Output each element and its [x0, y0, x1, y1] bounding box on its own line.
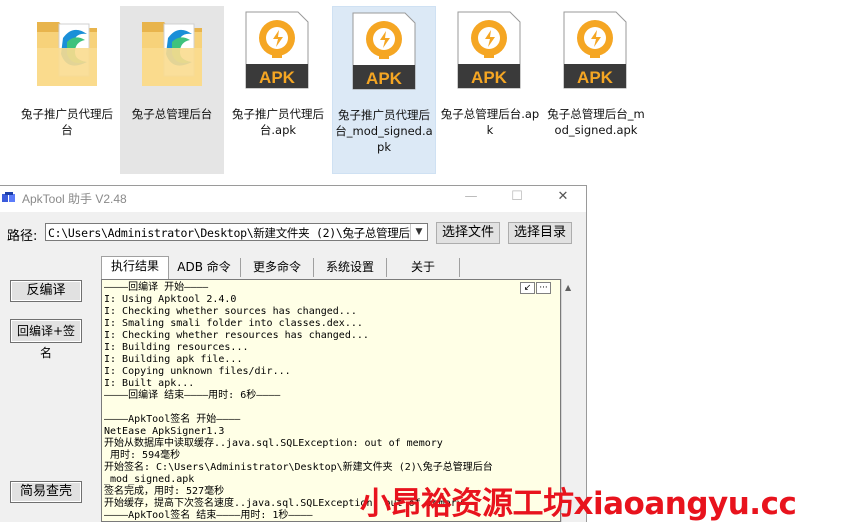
chevron-down-icon[interactable]: ▼ — [410, 224, 427, 240]
watermark: 小昂裕资源工坊xiaoangyu.cc — [360, 486, 797, 522]
minimize-button[interactable]: — — [456, 189, 486, 204]
more-icon[interactable]: ··· — [536, 282, 551, 294]
window-title: ApkTool 助手 V2.48 — [22, 192, 127, 206]
apk-file[interactable]: APK 兔子推广员代理后台.apk — [226, 6, 330, 174]
apk-file[interactable]: APK 兔子推广员代理后台_mod_signed.apk — [332, 6, 436, 174]
file-name: 兔子总管理后台 — [131, 107, 213, 121]
svg-text:APK: APK — [471, 68, 508, 87]
svg-text:APK: APK — [577, 68, 614, 87]
app-icon — [2, 192, 15, 202]
path-label: 路径: — [7, 229, 38, 244]
resize-icon[interactable]: ↙ — [520, 282, 535, 294]
folder-rabbit-promoter[interactable]: 兔子推广员代理后台 — [15, 6, 119, 174]
folder-icon — [37, 22, 97, 86]
maximize-button[interactable]: ☐ — [502, 189, 532, 204]
tab-more-commands[interactable]: 更多命令 — [241, 258, 314, 277]
apk-icon: APK — [563, 11, 627, 89]
apktool-window: ApkTool 助手 V2.48 — ☐ ✕ 路径: C:\Users\Admi… — [0, 185, 587, 522]
file-name: 兔子总管理后台.apk — [440, 107, 540, 137]
simple-shell-check-button[interactable]: 简易查壳 — [10, 481, 82, 503]
file-name: 兔子推广员代理后台_mod_signed.apk — [335, 108, 433, 154]
tab-results[interactable]: 执行结果 — [101, 256, 169, 279]
apk-icon: APK — [245, 11, 309, 89]
tab-adb[interactable]: ADB 命令 — [168, 258, 241, 277]
file-name: 兔子推广员代理后台.apk — [232, 107, 324, 137]
select-directory-button[interactable]: 选择目录 — [508, 222, 572, 244]
folder-icon — [142, 22, 202, 86]
svg-text:APK: APK — [259, 68, 296, 87]
decompile-button[interactable]: 反编译 — [10, 280, 82, 302]
apk-icon: APK — [457, 11, 521, 89]
apk-file[interactable]: APK 兔子总管理后台.apk — [438, 6, 542, 174]
close-button[interactable]: ✕ — [548, 189, 578, 204]
file-name: 兔子总管理后台_mod_signed.apk — [547, 107, 645, 137]
svg-text:APK: APK — [366, 69, 403, 88]
tab-about[interactable]: 关于 — [387, 258, 460, 277]
title-bar: ApkTool 助手 V2.48 — ☐ ✕ — [0, 186, 586, 212]
file-name: 兔子推广员代理后台 — [21, 107, 113, 137]
select-file-button[interactable]: 选择文件 — [436, 222, 500, 244]
apk-icon: APK — [352, 12, 416, 90]
tab-settings[interactable]: 系统设置 — [314, 258, 387, 277]
apk-file[interactable]: APK 兔子总管理后台_mod_signed.apk — [544, 6, 648, 174]
path-value: C:\Users\Administrator\Desktop\新建文件夹 (2)… — [48, 226, 410, 240]
path-combobox[interactable]: C:\Users\Administrator\Desktop\新建文件夹 (2)… — [45, 223, 428, 241]
folder-rabbit-admin[interactable]: 兔子总管理后台 — [120, 6, 224, 174]
scroll-up-icon[interactable]: ▲ — [565, 283, 571, 292]
recompile-sign-button[interactable]: 回编译+签名 — [10, 319, 82, 360]
